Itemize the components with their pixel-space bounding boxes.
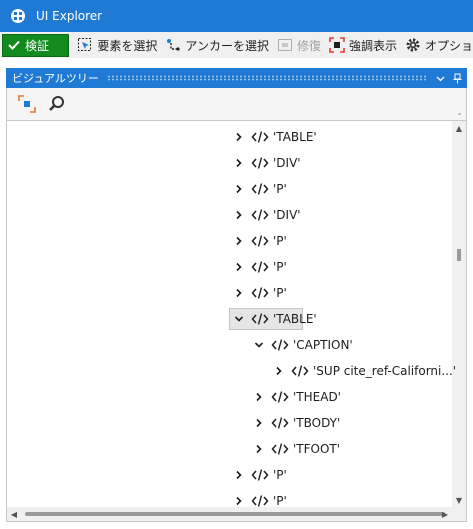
select-element-button[interactable]: 要素を選択 (77, 37, 157, 54)
vertical-scroll-thumb[interactable] (457, 249, 461, 261)
options-label: オプショ (424, 38, 473, 53)
chevron-right-icon[interactable] (231, 181, 247, 197)
chevron-right-icon[interactable] (271, 363, 287, 379)
tree-item-label: 'SUP cite_ref-Californi...' (313, 364, 457, 378)
search-icon[interactable] (45, 92, 69, 116)
panel-title: ビジュアルツリー (12, 72, 99, 85)
chevron-down-icon[interactable] (231, 311, 247, 327)
title-bar: UI Explorer (0, 0, 473, 32)
select-element-icon (77, 37, 93, 53)
tree-item-label: 'P' (273, 494, 287, 508)
html-tag-icon (251, 311, 269, 327)
tree-item-label: 'DIV' (273, 156, 301, 170)
tree-item[interactable]: 'P' (231, 464, 287, 486)
tree-item-label: 'THEAD' (293, 390, 341, 404)
highlight-label: 強調表示 (348, 38, 397, 53)
tree-item[interactable]: 'P' (231, 282, 287, 304)
html-tag-icon (251, 129, 269, 145)
validate-button[interactable]: 検証 (2, 33, 70, 57)
tree-item[interactable]: 'P' (231, 178, 287, 200)
repair-label: 修復 (296, 38, 321, 53)
html-tag-icon (251, 285, 269, 301)
tree-item-label: 'P' (273, 234, 287, 248)
chevron-right-icon[interactable] (231, 285, 247, 301)
tree-item-label: 'P' (273, 468, 287, 482)
chevron-right-icon[interactable] (231, 233, 247, 249)
html-tag-icon (271, 337, 289, 353)
html-tag-icon (271, 415, 289, 431)
select-anchor-button[interactable]: アンカーを選択 (165, 37, 269, 54)
chevron-right-icon[interactable] (251, 441, 267, 457)
tree-item[interactable]: 'DIV' (231, 204, 301, 226)
chevron-down-icon[interactable] (251, 337, 267, 353)
repair-icon (277, 37, 293, 53)
tree-item-label: 'P' (273, 182, 287, 196)
tree-item-label: 'DIV' (273, 208, 301, 222)
tree-item-label: 'TFOOT' (293, 442, 341, 456)
visual-tree-panel-header: ビジュアルツリー (6, 68, 467, 88)
tree-item[interactable]: 'TBODY' (251, 412, 340, 434)
chevron-right-icon[interactable] (231, 129, 247, 145)
repair-button[interactable]: 修復 (277, 37, 321, 54)
horizontal-scroll-thumb[interactable] (25, 512, 445, 516)
gear-icon (405, 37, 421, 53)
visual-tree: 'TABLE' 'DIV' 'P' 'DIV' 'P' 'P' 'P' 'TABLE' 'CAP… (6, 120, 467, 522)
tree-item[interactable]: 'THEAD' (251, 386, 341, 408)
locate-element-icon[interactable] (15, 92, 39, 116)
tree-item-label: 'TABLE' (273, 312, 317, 326)
select-element-label: 要素を選択 (97, 38, 158, 53)
tree-item[interactable]: 'DIV' (231, 152, 301, 174)
tree-item[interactable]: 'TFOOT' (251, 438, 340, 460)
select-anchor-label: アンカーを選択 (185, 38, 269, 53)
html-tag-icon (271, 441, 289, 457)
chevron-down-small-icon: ⌄ (456, 108, 463, 117)
tree-item[interactable]: 'CAPTION' (251, 334, 353, 356)
highlight-button[interactable]: 強調表示 (329, 37, 397, 54)
tree-item[interactable]: 'TABLE' (231, 126, 317, 148)
tree-item-label: 'P' (273, 286, 287, 300)
pin-icon[interactable] (450, 71, 464, 85)
tree-item-label: 'TABLE' (273, 130, 317, 144)
tree-item[interactable]: 'P' (231, 256, 287, 278)
validate-label: 検証 (25, 38, 50, 53)
chevron-right-icon[interactable] (231, 207, 247, 223)
tree-item[interactable]: 'TABLE' (229, 308, 317, 330)
html-tag-icon (251, 233, 269, 249)
highlight-icon (329, 37, 345, 53)
html-tag-icon (251, 155, 269, 171)
checkmark-icon (8, 40, 20, 50)
html-tag-icon (271, 389, 289, 405)
scroll-down-icon[interactable]: ▼ (452, 493, 466, 507)
visual-tree-toolbar: ⌄ (6, 88, 467, 120)
chevron-right-icon[interactable] (231, 493, 247, 509)
main-toolbar: 検証 要素を選択 アンカーを選択 修復 強調表示 オプショ (0, 32, 473, 58)
chevron-down-icon[interactable] (433, 71, 447, 85)
html-tag-icon (251, 181, 269, 197)
chevron-right-icon[interactable] (251, 389, 267, 405)
scroll-right-icon[interactable]: ▶ (438, 507, 452, 521)
vertical-scrollbar[interactable]: ▲ ▼ (452, 121, 466, 507)
header-grip (106, 75, 427, 81)
tree-item-label: 'TBODY' (293, 416, 341, 430)
scroll-up-icon[interactable]: ▲ (452, 121, 466, 135)
tree-item[interactable]: 'SUP cite_ref-Californi...' (271, 360, 456, 382)
chevron-right-icon[interactable] (231, 467, 247, 483)
html-tag-icon (251, 259, 269, 275)
scroll-left-icon[interactable]: ◀ (7, 507, 21, 521)
html-tag-icon (251, 467, 269, 483)
app-icon (10, 8, 26, 24)
chevron-right-icon[interactable] (231, 259, 247, 275)
html-tag-icon (291, 363, 309, 379)
html-tag-icon (251, 493, 269, 509)
chevron-right-icon[interactable] (251, 415, 267, 431)
chevron-right-icon[interactable] (231, 155, 247, 171)
tree-item-label: 'P' (273, 260, 287, 274)
horizontal-scrollbar[interactable]: ◀ ▶ (7, 507, 466, 521)
tree-item-label: 'CAPTION' (293, 338, 353, 352)
html-tag-icon (251, 207, 269, 223)
anchor-icon (165, 37, 181, 53)
window-title: UI Explorer (36, 9, 103, 23)
tree-item[interactable]: 'P' (231, 230, 287, 252)
options-button[interactable]: オプショ (405, 37, 473, 54)
